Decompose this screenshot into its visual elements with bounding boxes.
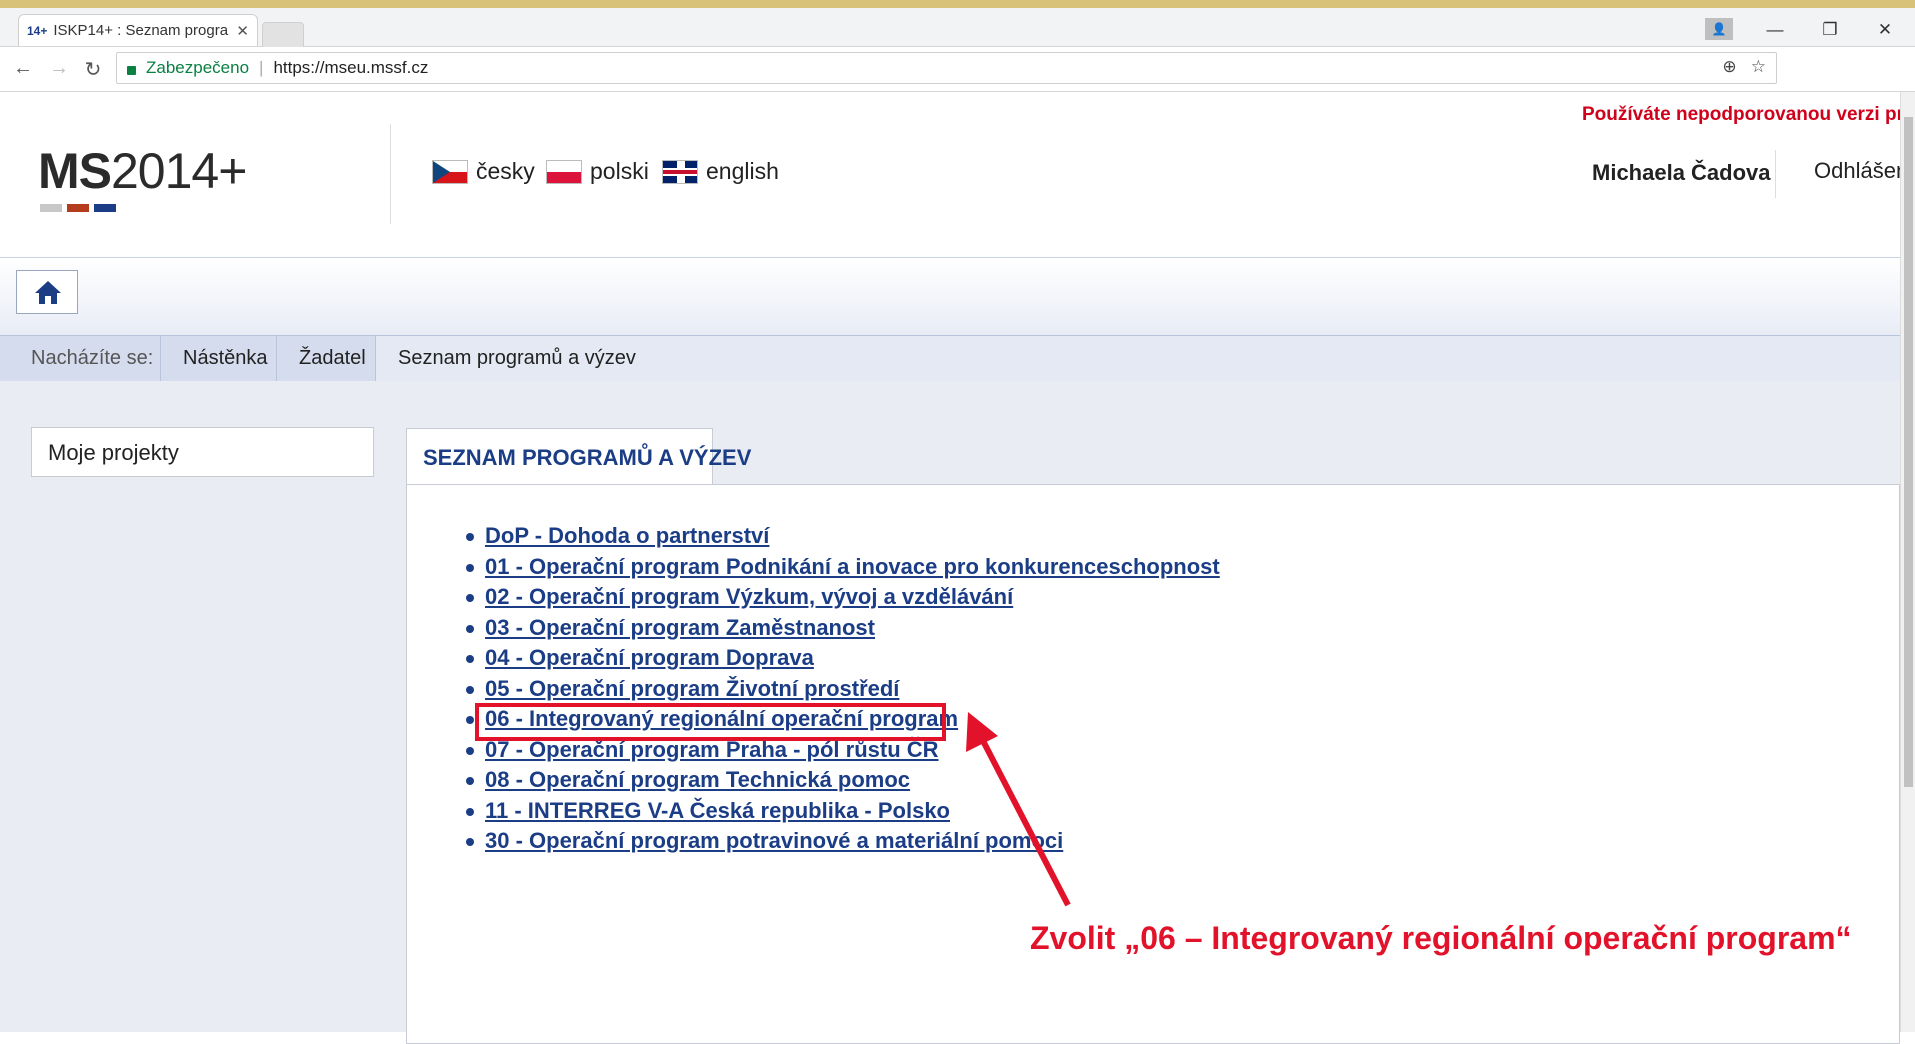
annotation-arrow-icon <box>966 712 1071 907</box>
instruction-annotation: Zvolit „06 – Integrovaný regionální oper… <box>1030 920 1852 956</box>
scrollbar-thumb[interactable] <box>1904 117 1913 787</box>
page-scrollbar[interactable] <box>1900 92 1915 1032</box>
